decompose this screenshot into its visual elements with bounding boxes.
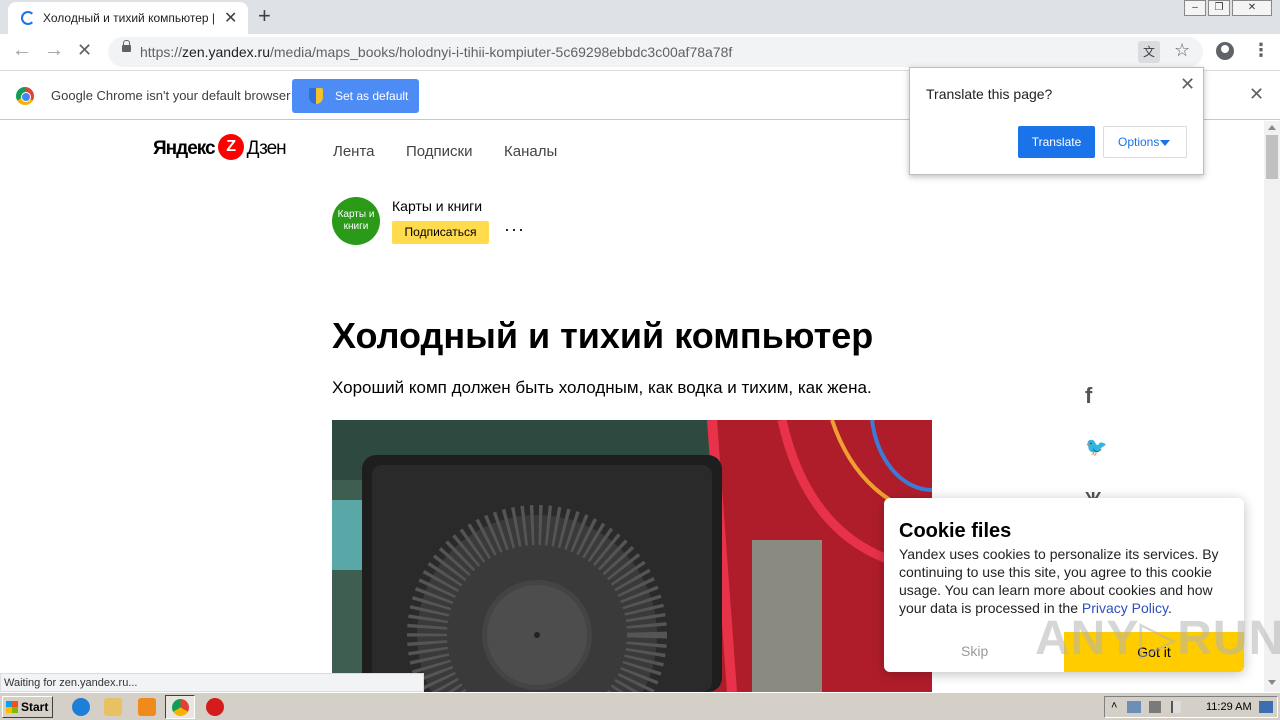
tray-expand-icon[interactable]: ˄ — [1111, 700, 1117, 712]
clock: 11:29 AM — [1206, 701, 1252, 713]
flag-icon[interactable] — [1171, 701, 1181, 713]
article-image — [332, 420, 932, 692]
infobar-close-icon[interactable]: ✕ — [1249, 84, 1264, 105]
scroll-down-icon[interactable] — [1268, 680, 1276, 685]
cookie-title: Cookie files — [899, 520, 1012, 542]
dropdown-arrow-icon — [1160, 140, 1170, 146]
yandex-zen-logo[interactable]: Яндекс Z Дзен — [153, 134, 287, 160]
article-title: Холодный и тихий компьютер — [332, 315, 874, 356]
profile-icon[interactable] — [1216, 42, 1234, 60]
translate-icon[interactable]: 文 — [1138, 41, 1160, 63]
windows-taskbar: Start ˄ 11:29 AM — [0, 692, 1280, 720]
logo-zen-text: Дзен — [246, 138, 287, 160]
infobar-message: Google Chrome isn't your default browser — [51, 88, 291, 103]
nav-subscriptions[interactable]: Подписки — [406, 143, 473, 160]
scrollbar-thumb[interactable] — [1266, 135, 1278, 179]
chrome-logo-icon — [16, 87, 34, 105]
internet-explorer-icon[interactable] — [72, 698, 90, 716]
loading-spinner-icon — [21, 11, 35, 25]
cookie-text: Yandex uses cookies to personalize its s… — [899, 545, 1234, 617]
zen-z-icon: Z — [217, 134, 244, 160]
twitter-share-icon[interactable]: 🐦 — [1085, 437, 1107, 458]
options-label: Options — [1118, 135, 1160, 149]
stop-loading-icon[interactable]: ✕ — [77, 40, 92, 61]
translate-popup: Translate this page? ✕ Translate Options — [909, 67, 1204, 175]
status-bar: Waiting for zen.yandex.ru... — [0, 673, 424, 692]
menu-icon[interactable]: ⋮ — [1252, 40, 1270, 61]
set-as-default-label: Set as default — [335, 89, 409, 103]
address-bar[interactable]: https://zen.yandex.ru/media/maps_books/h… — [108, 37, 1203, 67]
show-desktop-icon[interactable] — [1259, 701, 1273, 713]
scroll-up-icon[interactable] — [1268, 125, 1276, 130]
close-window-button[interactable]: ✕ — [1232, 0, 1272, 16]
tab-strip: Холодный и тихий компьютер | Ка ✕ + ‒ ❐ … — [0, 0, 1280, 34]
translate-button[interactable]: Translate — [1018, 126, 1095, 158]
computer-fan-photo — [332, 420, 932, 692]
file-explorer-icon[interactable] — [104, 698, 122, 716]
page-scrollbar[interactable] — [1264, 121, 1280, 692]
channel-avatar[interactable]: Карты и книги — [332, 197, 380, 245]
bookmark-star-icon[interactable]: ☆ — [1174, 40, 1190, 61]
cookie-skip-button[interactable]: Skip — [961, 643, 988, 659]
back-icon[interactable]: ← — [12, 39, 32, 62]
url-text[interactable]: https://zen.yandex.ru/media/maps_books/h… — [140, 44, 732, 60]
channel-name[interactable]: Карты и книги — [392, 198, 482, 214]
chrome-icon — [172, 699, 189, 716]
shield-icon — [309, 88, 323, 104]
media-player-icon[interactable] — [138, 698, 156, 716]
nav-feed[interactable]: Лента — [333, 143, 375, 160]
minimize-button[interactable]: ‒ — [1184, 0, 1206, 16]
start-button[interactable]: Start — [2, 696, 53, 718]
more-options-icon[interactable]: ··· — [504, 219, 525, 240]
set-as-default-button[interactable]: Set as default — [292, 79, 419, 113]
translate-question: Translate this page? — [926, 86, 1053, 102]
network-icon[interactable] — [1127, 701, 1141, 713]
logo-yandex-text: Яндекс — [153, 138, 216, 160]
facebook-share-icon[interactable]: f — [1085, 383, 1092, 409]
article-subtitle: Хороший комп должен быть холодным, как в… — [332, 378, 872, 397]
lock-icon — [122, 40, 131, 52]
system-tray: ˄ — [1104, 696, 1278, 718]
subscribe-button[interactable]: Подписаться — [392, 221, 489, 244]
browser-tab[interactable]: Холодный и тихий компьютер | Ка ✕ — [8, 2, 248, 34]
chrome-taskbar-button[interactable] — [165, 695, 195, 719]
opera-icon[interactable] — [206, 698, 224, 716]
tab-title: Холодный и тихий компьютер | Ка — [43, 11, 219, 25]
browser-toolbar: ← → ✕ https://zen.yandex.ru/media/maps_b… — [0, 34, 1280, 70]
forward-icon[interactable]: → — [44, 39, 64, 62]
restore-button[interactable]: ❐ — [1208, 0, 1230, 16]
tab-close-icon[interactable]: ✕ — [224, 8, 237, 28]
anyrun-watermark: ANY▷RUN — [1035, 612, 1280, 665]
options-dropdown[interactable]: Options — [1103, 126, 1187, 158]
new-tab-button[interactable]: + — [258, 3, 271, 29]
nav-channels[interactable]: Каналы — [504, 143, 557, 160]
translate-close-icon[interactable]: ✕ — [1180, 74, 1195, 95]
volume-icon[interactable] — [1149, 701, 1161, 713]
